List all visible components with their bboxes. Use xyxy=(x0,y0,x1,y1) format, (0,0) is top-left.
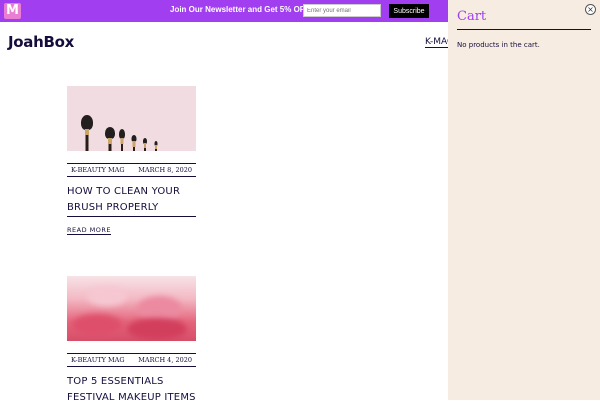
post-meta: K-BEAUTY MAG MARCH 4, 2020 xyxy=(67,353,196,367)
newsletter-email-input[interactable] xyxy=(303,4,381,17)
post-category[interactable]: K-BEAUTY MAG xyxy=(71,356,125,364)
festival-crowd-image[interactable] xyxy=(67,276,196,341)
post-title[interactable]: HOW TO CLEAN YOUR BRUSH PROPERLY xyxy=(67,184,196,217)
makeup-brushes-image[interactable] xyxy=(67,86,196,151)
post-meta: K-BEAUTY MAG MARCH 8, 2020 xyxy=(67,163,196,177)
cart-empty-message: No products in the cart. xyxy=(457,41,540,49)
post-category[interactable]: K-BEAUTY MAG xyxy=(71,166,125,174)
site-logo-icon[interactable]: M xyxy=(4,3,21,19)
cart-panel: Cart No products in the cart. xyxy=(448,0,600,400)
blog-post-card: K-BEAUTY MAG MARCH 8, 2020 HOW TO CLEAN … xyxy=(67,86,196,236)
cart-divider xyxy=(457,29,591,30)
post-date: MARCH 8, 2020 xyxy=(138,166,192,174)
close-icon[interactable]: × xyxy=(585,4,596,15)
cart-title: Cart xyxy=(457,9,487,24)
post-title[interactable]: TOP 5 ESSENTIALS FESTIVAL MAKEUP ITEMS xyxy=(67,374,196,406)
post-date: MARCH 4, 2020 xyxy=(138,356,192,364)
brand-logo[interactable]: JoahBox xyxy=(8,33,74,51)
blog-post-card: K-BEAUTY MAG MARCH 4, 2020 TOP 5 ESSENTI… xyxy=(67,276,196,406)
read-more-link[interactable]: READ MORE xyxy=(67,226,111,235)
newsletter-text: Join Our Newsletter and Get 5% OFF xyxy=(170,5,310,14)
subscribe-button[interactable]: Subscribe xyxy=(389,4,429,18)
